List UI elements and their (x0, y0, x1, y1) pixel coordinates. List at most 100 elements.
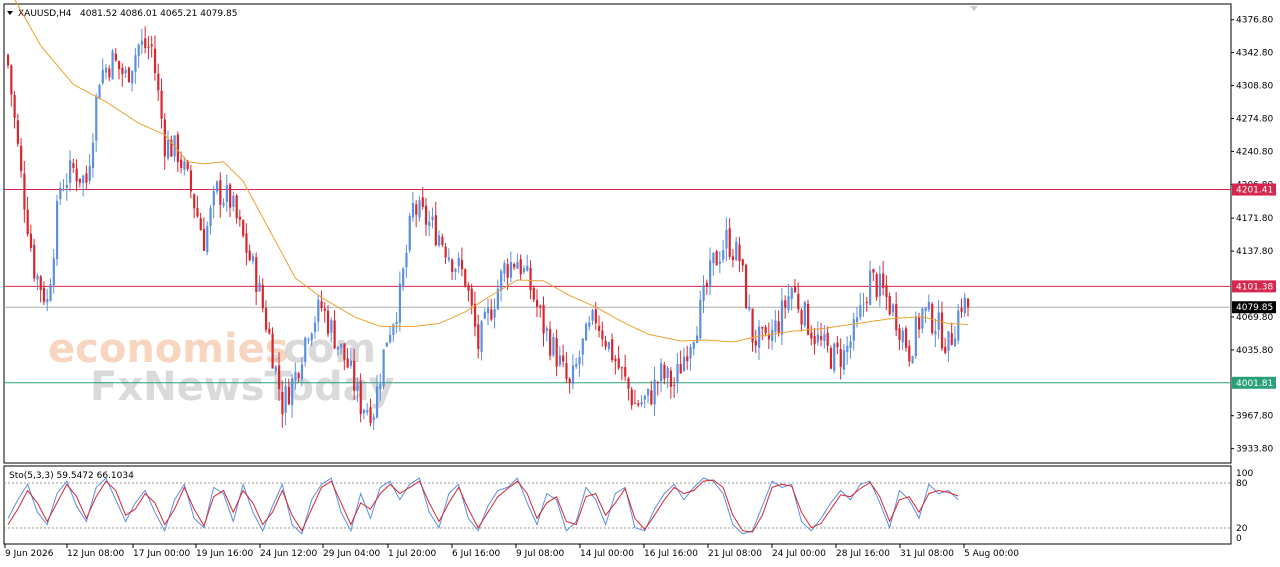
candle-body (418, 200, 421, 218)
candle-body (761, 326, 764, 329)
candle-body (258, 282, 261, 292)
candle-body (477, 324, 480, 350)
time-tick-label: 21 Jul 08:00 (708, 549, 762, 559)
candle-body (467, 284, 470, 291)
candle-body (278, 365, 281, 390)
candle-body (914, 316, 917, 357)
candle-body (578, 357, 581, 365)
candle-body (957, 310, 960, 341)
candle-body (346, 358, 349, 368)
candle-body (320, 301, 323, 309)
candle-body (127, 67, 131, 83)
candle-body (49, 284, 52, 301)
candle-body (797, 293, 800, 310)
candle-body (196, 207, 199, 217)
candle-body (826, 332, 829, 346)
candle-body (940, 312, 944, 349)
candle-body (653, 379, 656, 405)
candle-body (431, 216, 434, 221)
candle-body (424, 205, 428, 225)
candle-body (411, 202, 415, 218)
time-tick-label: 17 Jun 00:00 (133, 549, 190, 559)
candle-body (901, 330, 904, 343)
candle-body (284, 385, 287, 413)
candle-body (88, 166, 91, 181)
candle-body (869, 270, 872, 305)
price-tick-label: 3933.80 (1236, 445, 1273, 455)
candle-body (731, 256, 735, 260)
level-tag-label: 4079.85 (1236, 303, 1273, 313)
candle-body (927, 302, 931, 310)
candle-body (222, 202, 225, 206)
candle-body (395, 321, 398, 325)
candle-body (839, 349, 842, 367)
candle-body (722, 250, 725, 260)
candle-body (532, 287, 535, 300)
candle-body (950, 333, 953, 345)
candle-body (650, 390, 653, 405)
candle-body (251, 256, 255, 262)
candle-body (447, 257, 451, 260)
candle-body (878, 273, 882, 297)
price-chart[interactable]: economies .com FxNewsToday XAUUSD,H4 408… (0, 0, 1280, 567)
candle-body (480, 321, 483, 352)
candle-body (725, 229, 728, 249)
price-tick-label: 4171.80 (1236, 214, 1273, 224)
candle-body (960, 308, 963, 312)
candle-body (758, 326, 761, 348)
candle-body (379, 383, 382, 390)
candle-body (617, 358, 620, 369)
candle-body (389, 334, 392, 343)
level-tag-label: 4201.41 (1236, 186, 1273, 196)
candle-body (415, 204, 418, 215)
candle-body (934, 331, 937, 335)
candle-body (281, 391, 284, 415)
candle-body (189, 170, 193, 192)
candle-body (695, 335, 699, 344)
candle-body (10, 65, 13, 95)
candle-body (202, 228, 206, 251)
candle-body (271, 333, 274, 369)
candle-body (264, 308, 268, 330)
candle-body (398, 283, 402, 323)
candle-body (255, 257, 258, 292)
candle-body (147, 46, 150, 48)
candle-body (545, 328, 548, 331)
candle-body (131, 70, 134, 84)
candle-body (55, 201, 59, 260)
symbol-label: XAUUSD,H4 (18, 9, 72, 19)
candle-body (287, 386, 291, 405)
candle-body (317, 299, 320, 322)
candle-body (748, 306, 751, 310)
candle-body (385, 342, 388, 347)
candle-body (242, 220, 245, 236)
candle-body (859, 305, 862, 318)
candle-body (552, 337, 555, 356)
candle-body (611, 339, 614, 361)
candle-body (291, 378, 294, 406)
candle-body (39, 276, 42, 290)
candle-body (846, 345, 849, 353)
candle-body (20, 145, 23, 172)
candle-body (52, 258, 55, 285)
candle-body (294, 371, 297, 381)
candle-body (163, 119, 166, 157)
candle-body (689, 346, 692, 359)
candle-body (620, 367, 624, 369)
candle-body (160, 90, 163, 119)
candle-body (441, 236, 444, 245)
candle-body (460, 259, 464, 270)
candle-body (69, 160, 72, 183)
candle-body (108, 68, 111, 78)
candle-body (36, 275, 39, 280)
time-tick-label: 9 Jul 08:00 (516, 549, 565, 559)
candle-body (568, 378, 571, 384)
candle-body (575, 363, 578, 367)
time-tick-label: 12 Jun 08:00 (67, 549, 124, 559)
candle-body (310, 333, 313, 341)
candle-body (542, 305, 545, 334)
candle-body (633, 402, 637, 404)
candle-body (104, 67, 108, 73)
candle-body (549, 329, 552, 356)
candle-body (891, 304, 895, 313)
